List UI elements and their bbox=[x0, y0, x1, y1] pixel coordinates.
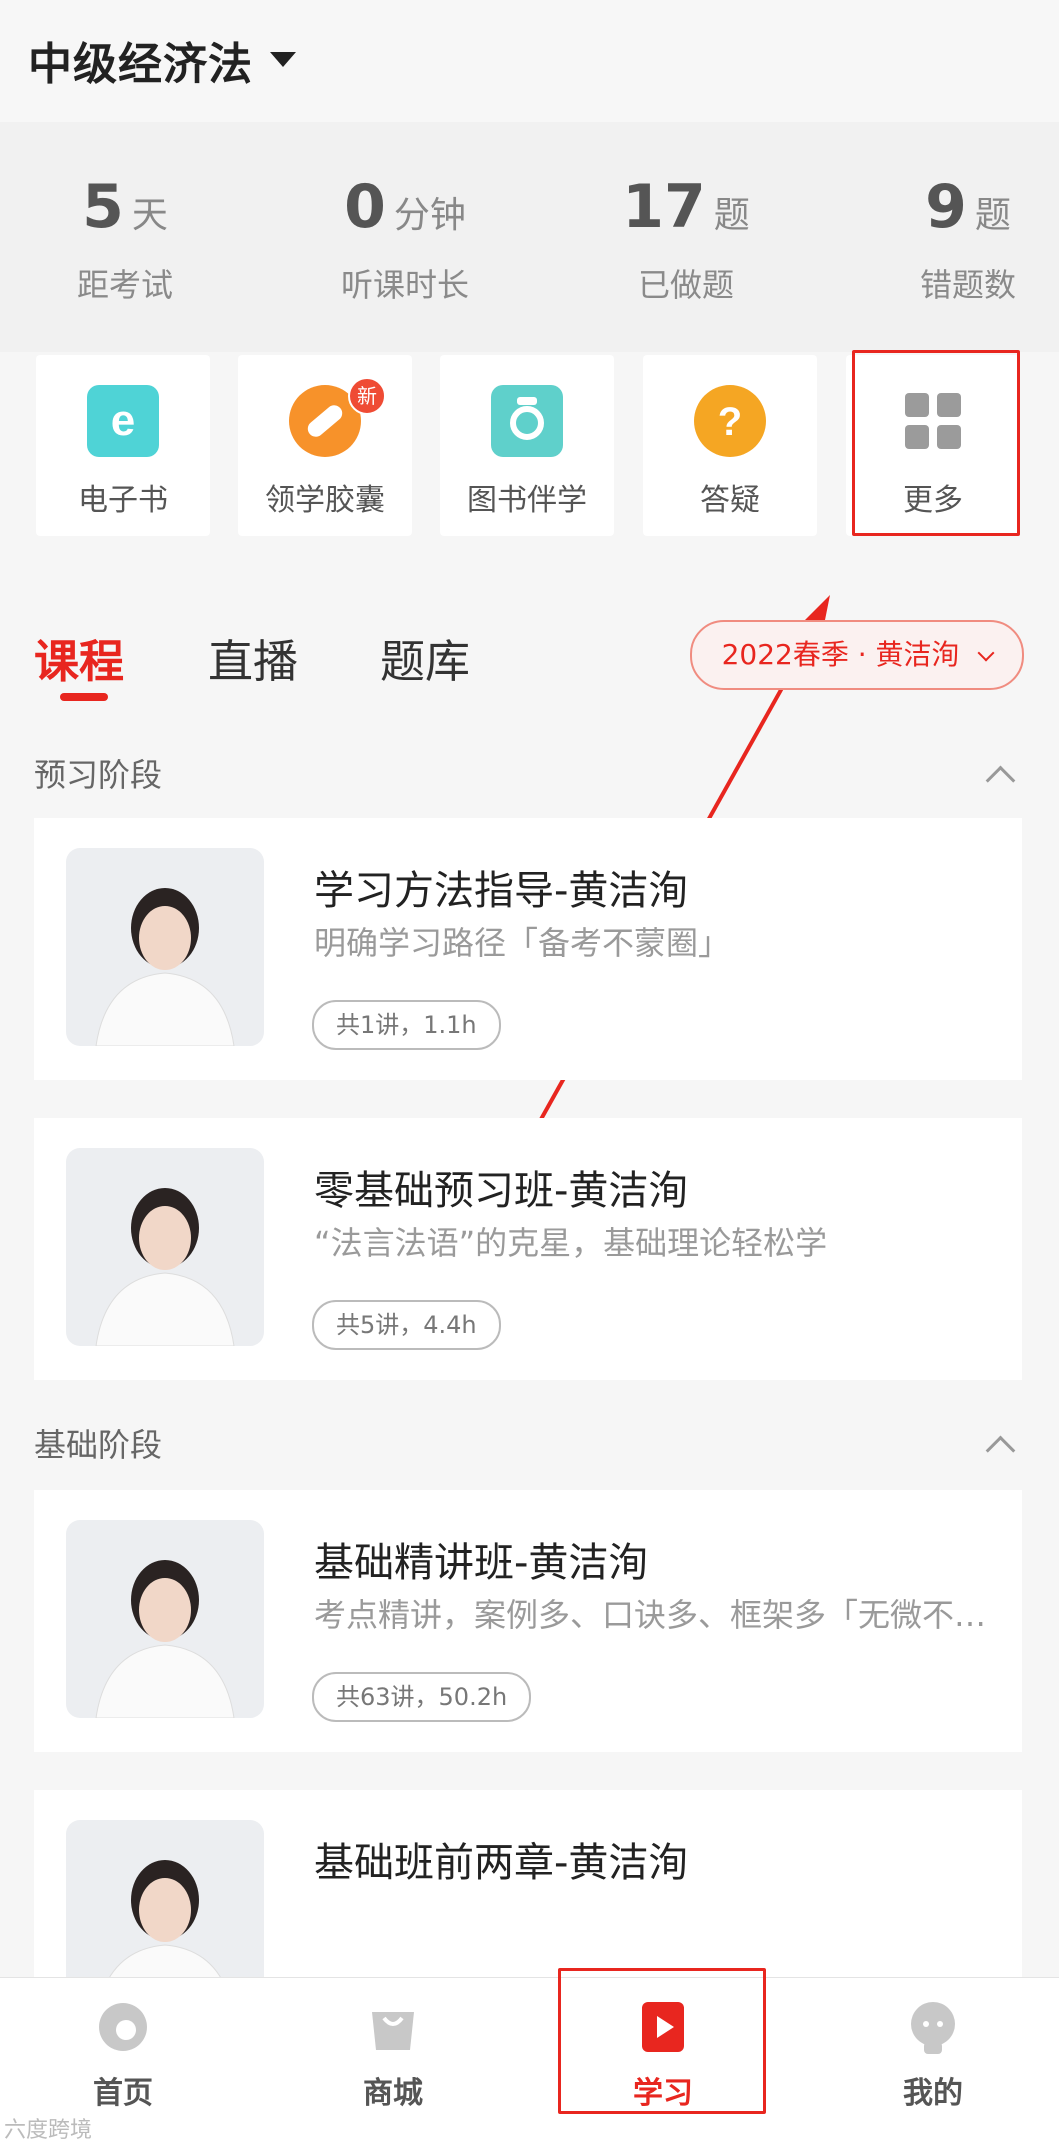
course-card[interactable]: 零基础预习班-黄洁洵 “法言法语”的克星，基础理论轻松学 共5讲，4.4h bbox=[34, 1118, 1022, 1380]
nav-home[interactable]: 首页 bbox=[58, 1998, 188, 2112]
stat-listening-time: 0 分钟 bbox=[344, 172, 466, 242]
stat-label: 错题数 bbox=[919, 266, 1016, 304]
svg-text:?: ? bbox=[718, 400, 742, 444]
home-icon bbox=[99, 2003, 147, 2051]
course-meta-badge: 共5讲，4.4h bbox=[312, 1300, 501, 1350]
nav-label: 我的 bbox=[903, 2076, 963, 2111]
chevron-down-icon bbox=[977, 644, 995, 662]
more-highlight-box bbox=[852, 350, 1020, 536]
shortcut-qa[interactable]: ? 答疑 bbox=[643, 355, 817, 536]
section-title: 基础阶段 bbox=[34, 1426, 163, 1464]
shortcut-label: 领学胶囊 bbox=[265, 483, 385, 518]
course-title: 基础班前两章-黄洁洵 bbox=[314, 1840, 689, 1886]
collapse-icon[interactable] bbox=[985, 1435, 1016, 1466]
shortcut-book-companion[interactable]: 图书伴学 bbox=[440, 355, 614, 536]
shortcut-ebook[interactable]: e 电子书 bbox=[36, 355, 210, 536]
teacher-photo bbox=[66, 1520, 264, 1718]
active-tab-indicator bbox=[60, 693, 108, 701]
svg-text:e: e bbox=[111, 396, 135, 445]
shortcut-capsule[interactable]: 新 领学胶囊 bbox=[238, 355, 412, 536]
course-card[interactable]: 基础班前两章-黄洁洵 bbox=[34, 1790, 1022, 1990]
season-selector[interactable]: 2022春季 · 黄洁洵 bbox=[690, 620, 1024, 690]
tab-live[interactable]: 直播 bbox=[208, 625, 298, 690]
course-title: 基础精讲班-黄洁洵 bbox=[314, 1540, 649, 1586]
question-icon: ? bbox=[694, 385, 766, 457]
new-badge: 新 bbox=[348, 377, 386, 415]
nav-label: 商城 bbox=[363, 2076, 423, 2111]
course-meta-badge: 共1讲，1.1h bbox=[312, 1000, 501, 1050]
course-card[interactable]: 基础精讲班-黄洁洵 考点精讲，案例多、口诀多、框架多「无微不… 共63讲，50.… bbox=[34, 1490, 1022, 1752]
course-desc: 考点精讲，案例多、口诀多、框架多「无微不… bbox=[314, 1596, 987, 1634]
season-selector-label: 2022春季 · 黄洁洵 bbox=[721, 638, 960, 671]
stat-questions-done: 17 题 bbox=[622, 172, 750, 242]
tab-courses[interactable]: 课程 bbox=[34, 625, 124, 690]
course-title: 零基础预习班-黄洁洵 bbox=[314, 1168, 689, 1214]
teacher-photo bbox=[66, 1148, 264, 1346]
nav-profile[interactable]: 我的 bbox=[868, 1998, 998, 2112]
stat-wrong-questions: 9题 bbox=[925, 172, 1011, 242]
course-meta-badge: 共63讲，50.2h bbox=[312, 1672, 532, 1722]
course-desc: 明确学习路径「备考不蒙圈」 bbox=[314, 924, 731, 962]
shop-icon bbox=[372, 2012, 414, 2050]
study-highlight-box bbox=[558, 1968, 766, 2114]
shortcut-label: 图书伴学 bbox=[467, 483, 587, 518]
nav-shop[interactable]: 商城 bbox=[328, 1998, 458, 2112]
watermark: 六度跨境 bbox=[4, 2118, 93, 2143]
section-title: 预习阶段 bbox=[34, 756, 163, 794]
nav-label: 首页 bbox=[93, 2076, 153, 2111]
camera-icon bbox=[491, 385, 563, 457]
teacher-photo bbox=[66, 1820, 264, 1990]
course-card[interactable]: 学习方法指导-黄洁洵 明确学习路径「备考不蒙圈」 共1讲，1.1h bbox=[34, 818, 1022, 1080]
teacher-photo bbox=[66, 848, 264, 1046]
stat-label: 距考试 bbox=[76, 266, 173, 304]
tab-question-bank[interactable]: 题库 bbox=[380, 625, 470, 690]
course-desc: “法言法语”的克星，基础理论轻松学 bbox=[314, 1224, 828, 1262]
subject-selector[interactable]: 中级经济法 bbox=[28, 28, 253, 92]
shortcut-label: 电子书 bbox=[78, 483, 168, 518]
profile-icon bbox=[911, 2002, 955, 2054]
chevron-down-icon[interactable] bbox=[270, 52, 296, 67]
collapse-icon[interactable] bbox=[985, 765, 1016, 796]
course-title: 学习方法指导-黄洁洵 bbox=[314, 868, 689, 914]
stat-days-to-exam: 5天 bbox=[82, 172, 168, 242]
stat-label: 已做题 bbox=[637, 266, 734, 304]
shortcut-label: 答疑 bbox=[700, 483, 760, 518]
stat-label: 听课时长 bbox=[340, 266, 469, 304]
ebook-icon: e bbox=[87, 385, 159, 457]
